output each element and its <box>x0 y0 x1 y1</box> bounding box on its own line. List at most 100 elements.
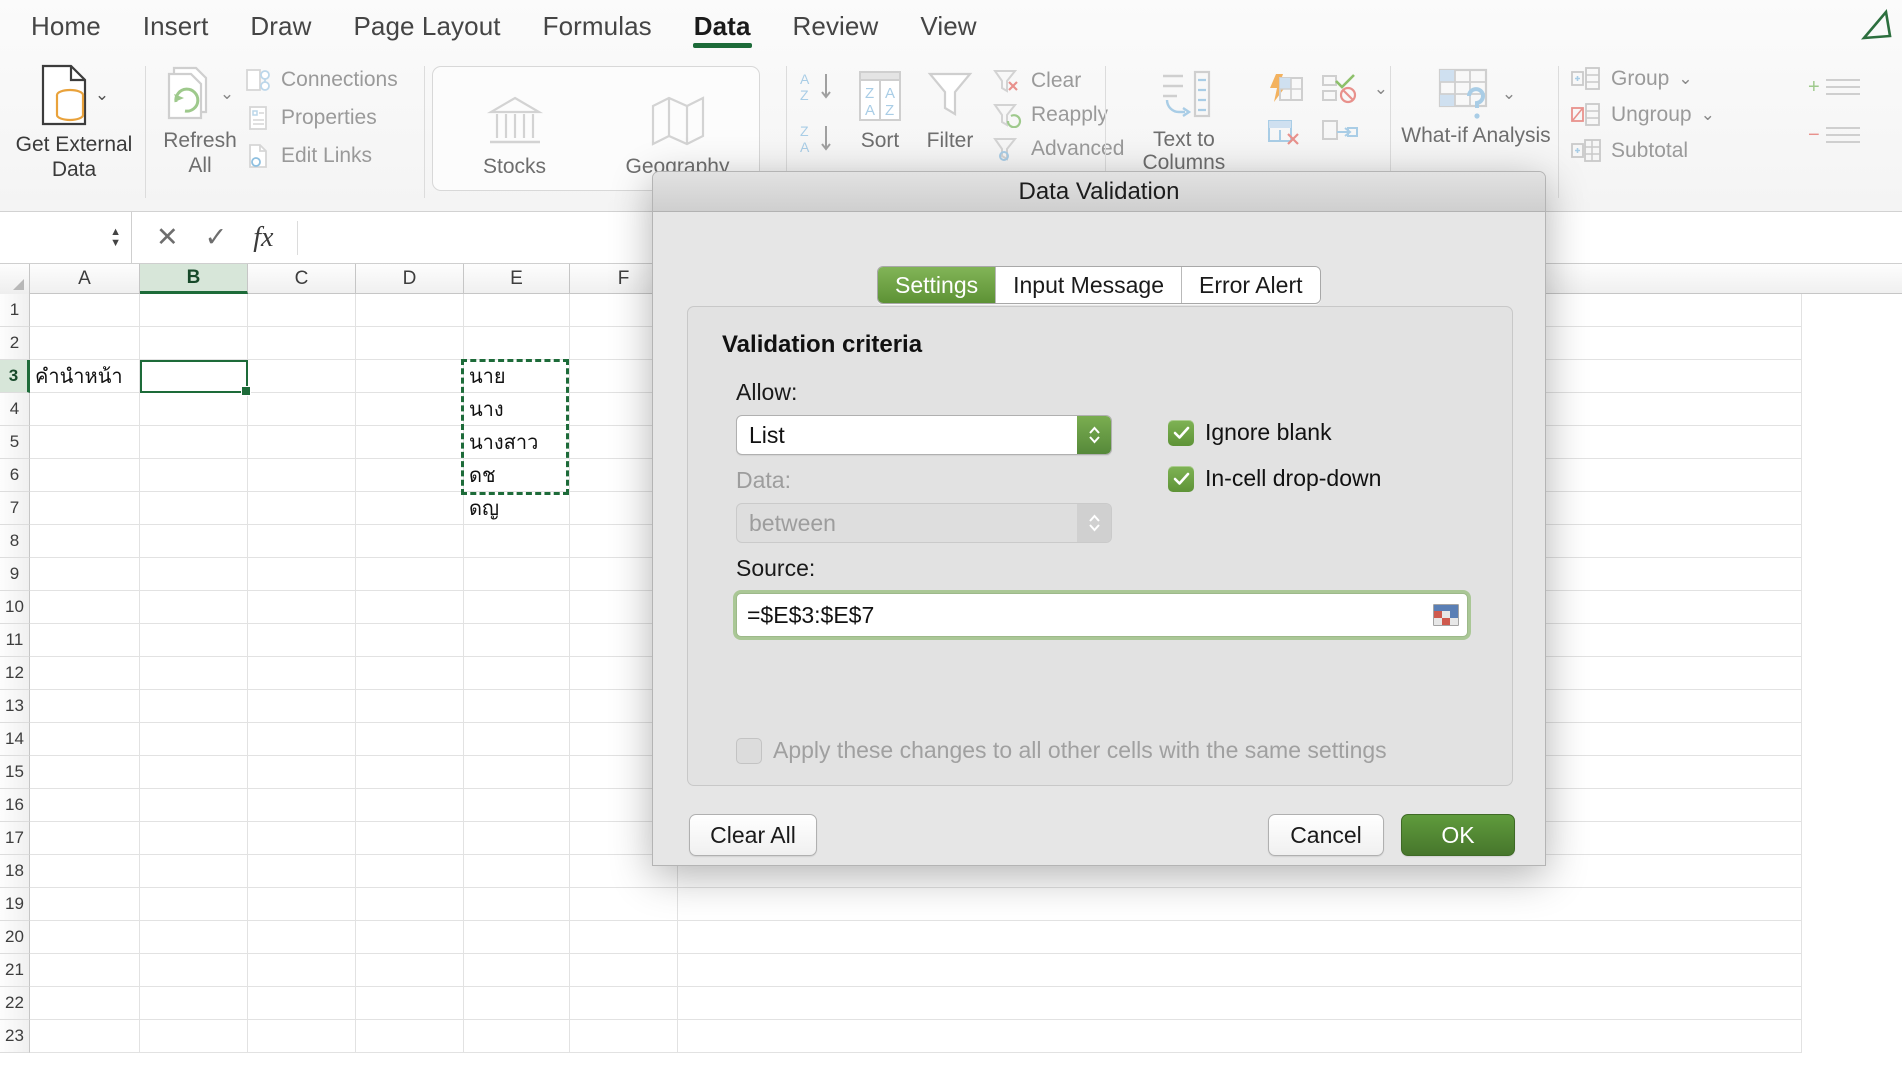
sort-ascending-icon[interactable]: A Z <box>798 70 838 104</box>
row-header-7[interactable]: 7 <box>0 492 30 525</box>
row-header-15[interactable]: 15 <box>0 756 30 789</box>
cell-A12[interactable] <box>30 657 140 690</box>
cell-B23[interactable] <box>140 1020 248 1053</box>
cell-E3[interactable]: นาย <box>464 360 570 393</box>
cell-F22[interactable] <box>570 987 678 1020</box>
cell-D18[interactable] <box>356 855 464 888</box>
cell-C13[interactable] <box>248 690 356 723</box>
cell-C3[interactable] <box>248 360 356 393</box>
range-picker-icon[interactable] <box>1433 604 1467 626</box>
cell-F21[interactable] <box>570 954 678 987</box>
cell-E8[interactable] <box>464 525 570 558</box>
cell-B12[interactable] <box>140 657 248 690</box>
cell-A3[interactable]: คำนำหน้า <box>30 360 140 393</box>
cell-D20[interactable] <box>356 921 464 954</box>
tab-page-layout[interactable]: Page Layout <box>332 0 521 52</box>
cell-B18[interactable] <box>140 855 248 888</box>
cancel-button[interactable]: Cancel <box>1268 814 1384 856</box>
cell-filler[interactable] <box>678 921 1802 954</box>
cell-B2[interactable] <box>140 327 248 360</box>
ignore-blank-checkbox[interactable] <box>1168 419 1194 446</box>
cell-A16[interactable] <box>30 789 140 822</box>
cell-B19[interactable] <box>140 888 248 921</box>
cell-E16[interactable] <box>464 789 570 822</box>
cell-A20[interactable] <box>30 921 140 954</box>
row-header-1[interactable]: 1 <box>0 294 30 327</box>
row-header-20[interactable]: 20 <box>0 921 30 954</box>
share-button[interactable] <box>1856 4 1896 44</box>
row-header-14[interactable]: 14 <box>0 723 30 756</box>
column-header-C[interactable]: C <box>248 264 356 294</box>
cell-C1[interactable] <box>248 294 356 327</box>
flash-fill-icon[interactable] <box>1266 72 1306 106</box>
connections-button[interactable]: Connections <box>244 66 422 94</box>
cell-E1[interactable] <box>464 294 570 327</box>
row-header-6[interactable]: 6 <box>0 459 30 492</box>
row-header-4[interactable]: 4 <box>0 393 30 426</box>
tab-home[interactable]: Home <box>10 0 122 52</box>
properties-button[interactable]: Properties <box>244 104 422 132</box>
sort-button[interactable]: Z A A Z Sort <box>852 66 908 153</box>
consolidate-icon[interactable] <box>1320 118 1360 148</box>
cell-C19[interactable] <box>248 888 356 921</box>
cell-D21[interactable] <box>356 954 464 987</box>
cell-D19[interactable] <box>356 888 464 921</box>
row-header-10[interactable]: 10 <box>0 591 30 624</box>
cell-A18[interactable] <box>30 855 140 888</box>
row-header-13[interactable]: 13 <box>0 690 30 723</box>
cell-A11[interactable] <box>30 624 140 657</box>
tab-view[interactable]: View <box>899 0 997 52</box>
show-detail-icon[interactable]: + <box>1808 74 1902 100</box>
cell-A22[interactable] <box>30 987 140 1020</box>
cell-C2[interactable] <box>248 327 356 360</box>
cancel-entry-icon[interactable]: ✕ <box>156 222 179 253</box>
row-header-11[interactable]: 11 <box>0 624 30 657</box>
cell-E7[interactable]: ดญ <box>464 492 570 525</box>
cell-B10[interactable] <box>140 591 248 624</box>
what-if-chevron-down-icon[interactable]: ⌄ <box>1502 84 1516 104</box>
cell-B7[interactable] <box>140 492 248 525</box>
cell-E6[interactable]: ดช <box>464 459 570 492</box>
cell-C17[interactable] <box>248 822 356 855</box>
tab-settings[interactable]: Settings <box>878 267 997 303</box>
cell-B21[interactable] <box>140 954 248 987</box>
row-header-17[interactable]: 17 <box>0 822 30 855</box>
cell-B4[interactable] <box>140 393 248 426</box>
cell-E10[interactable] <box>464 591 570 624</box>
column-header-D[interactable]: D <box>356 264 464 294</box>
tab-draw[interactable]: Draw <box>229 0 332 52</box>
cell-D9[interactable] <box>356 558 464 591</box>
row-header-19[interactable]: 19 <box>0 888 30 921</box>
cell-E5[interactable]: นางสาว <box>464 426 570 459</box>
cell-E15[interactable] <box>464 756 570 789</box>
cell-A13[interactable] <box>30 690 140 723</box>
sort-descending-icon[interactable]: Z A <box>798 122 838 156</box>
cell-A21[interactable] <box>30 954 140 987</box>
column-header-B[interactable]: B <box>140 264 248 294</box>
in-cell-dropdown-row[interactable]: In-cell drop-down <box>1168 465 1381 492</box>
tab-data[interactable]: Data <box>673 0 772 52</box>
cell-C9[interactable] <box>248 558 356 591</box>
ungroup-button[interactable]: Ungroup ⌄ <box>1570 102 1800 128</box>
cell-D11[interactable] <box>356 624 464 657</box>
cell-C14[interactable] <box>248 723 356 756</box>
cell-C11[interactable] <box>248 624 356 657</box>
allow-select[interactable]: List <box>736 415 1112 455</box>
cell-F20[interactable] <box>570 921 678 954</box>
cell-C23[interactable] <box>248 1020 356 1053</box>
cell-A5[interactable] <box>30 426 140 459</box>
row-header-9[interactable]: 9 <box>0 558 30 591</box>
row-header-5[interactable]: 5 <box>0 426 30 459</box>
cell-C10[interactable] <box>248 591 356 624</box>
cell-A1[interactable] <box>30 294 140 327</box>
tab-formulas[interactable]: Formulas <box>522 0 673 52</box>
cell-B22[interactable] <box>140 987 248 1020</box>
tab-input-message[interactable]: Input Message <box>996 267 1182 303</box>
cell-B5[interactable] <box>140 426 248 459</box>
cell-B16[interactable] <box>140 789 248 822</box>
tab-review[interactable]: Review <box>772 0 900 52</box>
column-header-A[interactable]: A <box>30 264 140 294</box>
data-tools-chevron-down-icon[interactable]: ⌄ <box>1374 79 1388 99</box>
cell-D8[interactable] <box>356 525 464 558</box>
row-header-23[interactable]: 23 <box>0 1020 30 1053</box>
